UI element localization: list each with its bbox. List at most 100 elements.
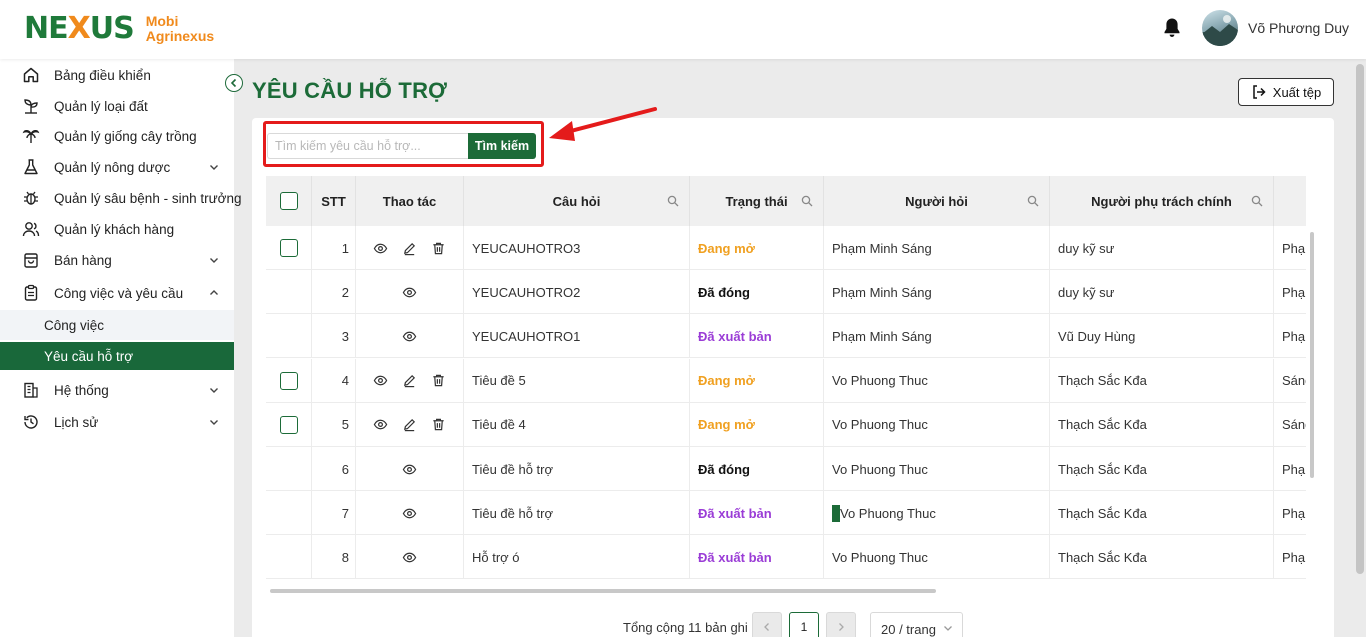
sidebar-collapse-button[interactable] bbox=[225, 74, 243, 92]
table-row[interactable]: 1 YEUCAUHOTRO3 Đang mở Phạm Minh Sáng duy kỹ… bbox=[266, 226, 1306, 270]
owner-cell: Vũ Duy Hùng bbox=[1050, 314, 1274, 359]
search-input[interactable] bbox=[267, 133, 468, 159]
status-badge: Đang mở bbox=[690, 226, 824, 270]
owner-cell: Thạch Sắc Kđa bbox=[1050, 402, 1274, 447]
search-icon[interactable] bbox=[801, 195, 813, 207]
eye-icon[interactable] bbox=[402, 329, 417, 344]
edit-icon[interactable] bbox=[402, 373, 417, 388]
stt-cell: 2 bbox=[312, 270, 356, 315]
eye-icon[interactable] bbox=[402, 506, 417, 521]
text-cursor bbox=[832, 504, 840, 522]
table-horizontal-scrollbar[interactable] bbox=[270, 589, 936, 593]
sidebar-item-work-requests[interactable]: Công việc và yêu cầu bbox=[0, 278, 234, 308]
eye-icon[interactable] bbox=[402, 550, 417, 565]
column-header-next[interactable]: N bbox=[1274, 176, 1306, 226]
username[interactable]: Võ Phương Duy bbox=[1248, 20, 1349, 36]
trash-icon[interactable] bbox=[431, 417, 446, 432]
owner-cell: Thạch Sắc Kđa bbox=[1050, 447, 1274, 491]
select-all-checkbox[interactable] bbox=[279, 192, 298, 210]
asker-cell: Phạm Minh Sáng bbox=[824, 270, 1050, 315]
eye-icon[interactable] bbox=[373, 373, 388, 388]
eye-icon[interactable] bbox=[373, 417, 388, 432]
status-badge: Đã xuất bản bbox=[690, 314, 824, 359]
page-scrollbar[interactable] bbox=[1356, 64, 1364, 574]
column-header-question[interactable]: Câu hỏi bbox=[464, 176, 690, 226]
status-badge: Đã xuất bản bbox=[690, 535, 824, 580]
eye-icon[interactable] bbox=[402, 285, 417, 300]
edit-icon[interactable] bbox=[402, 417, 417, 432]
table-row[interactable]: 7 Tiêu đề hỗ trợ Đã xuất bản Vo Phuong Thuc… bbox=[266, 491, 1306, 536]
pagination-prev-button[interactable] bbox=[752, 612, 782, 637]
select-cell bbox=[266, 447, 312, 491]
column-header-asker[interactable]: Người hỏi bbox=[824, 176, 1050, 226]
select-cell bbox=[266, 226, 312, 270]
sidebar-item-crops[interactable]: Quản lý giống cây trồng bbox=[0, 121, 234, 151]
sidebar-item-dashboard[interactable]: Bảng điều khiển bbox=[0, 60, 234, 90]
bell-icon[interactable] bbox=[1162, 17, 1182, 39]
search-icon[interactable] bbox=[1027, 195, 1039, 207]
stt-cell: 3 bbox=[312, 314, 356, 359]
building-icon bbox=[24, 382, 38, 398]
sidebar-subitem-support-requests[interactable]: Yêu cầu hỗ trợ bbox=[0, 342, 234, 370]
asker-cell: Phạm Minh Sáng bbox=[824, 226, 1050, 270]
stt-cell: 8 bbox=[312, 535, 356, 580]
sidebar-item-pests[interactable]: Quản lý sâu bệnh - sinh trưởng bbox=[0, 183, 242, 213]
asker-cell: Vo Phuong Thuc bbox=[824, 447, 1050, 491]
search-icon[interactable] bbox=[667, 195, 679, 207]
sidebar-item-sales[interactable]: Bán hàng bbox=[0, 245, 234, 275]
search-icon[interactable] bbox=[1251, 195, 1263, 207]
table-row[interactable]: 6 Tiêu đề hỗ trợ Đã đóng Vo Phuong Thuc Thạc… bbox=[266, 447, 1306, 491]
logo-text: Mobi Agrinexus bbox=[145, 13, 215, 44]
sidebar-item-pesticides[interactable]: Quản lý nông dược bbox=[0, 152, 234, 182]
table-header: STT Thao tác Câu hỏi Trạng thái Người hỏ… bbox=[266, 176, 1306, 226]
question-cell: Hỗ trợ ó bbox=[464, 535, 690, 580]
select-cell bbox=[266, 402, 312, 447]
sidebar-item-soil[interactable]: Quản lý loại đất bbox=[0, 91, 234, 121]
sidebar-item-customers[interactable]: Quản lý khách hàng bbox=[0, 214, 234, 244]
column-header-owner[interactable]: Người phụ trách chính bbox=[1050, 176, 1274, 226]
table-row[interactable]: 8 Hỗ trợ ó Đã xuất bản Vo Phuong Thuc Thạch … bbox=[266, 535, 1306, 580]
palm-tree-icon bbox=[22, 130, 40, 143]
column-header-status[interactable]: Trạng thái bbox=[690, 176, 824, 226]
status-badge: Đã đóng bbox=[690, 270, 824, 315]
status-badge: Đã xuất bản bbox=[690, 491, 824, 536]
row-checkbox[interactable] bbox=[279, 415, 298, 434]
page-size-select[interactable]: 20 / trang bbox=[870, 612, 963, 637]
table-row[interactable]: 2 YEUCAUHOTRO2 Đã đóng Phạm Minh Sáng duy kỹ… bbox=[266, 270, 1306, 315]
stt-cell: 6 bbox=[312, 447, 356, 491]
sidebar-item-history[interactable]: Lịch sử bbox=[0, 407, 234, 437]
table-row[interactable]: 3 YEUCAUHOTRO1 Đã xuất bản Phạm Minh Sáng Vũ… bbox=[266, 314, 1306, 359]
select-cell bbox=[266, 491, 312, 536]
row-checkbox[interactable] bbox=[279, 371, 298, 390]
export-button[interactable]: Xuất tệp bbox=[1238, 78, 1334, 106]
sidebar-subitem-work[interactable]: Công việc bbox=[0, 310, 234, 340]
status-badge: Đang mở bbox=[690, 402, 824, 447]
flask-icon bbox=[24, 159, 38, 175]
top-bar: NEXUS Mobi Agrinexus Võ Phương Duy bbox=[0, 0, 1366, 59]
eye-icon[interactable] bbox=[402, 462, 417, 477]
pagination-next-button[interactable] bbox=[826, 612, 856, 637]
question-cell: Tiêu đề hỗ trợ bbox=[464, 491, 690, 536]
select-cell bbox=[266, 358, 312, 403]
trash-icon[interactable] bbox=[431, 373, 446, 388]
chevron-right-icon bbox=[839, 623, 844, 631]
eye-icon[interactable] bbox=[373, 241, 388, 256]
table-vertical-scrollbar[interactable] bbox=[1310, 232, 1314, 478]
table-row[interactable]: 4 Tiêu đề 5 Đang mở Vo Phuong Thuc Thạch Sắc… bbox=[266, 358, 1306, 403]
row-checkbox[interactable] bbox=[279, 239, 298, 257]
sidebar-item-system[interactable]: Hệ thống bbox=[0, 375, 234, 405]
select-all-cell bbox=[266, 176, 312, 226]
stt-cell: 7 bbox=[312, 491, 356, 536]
support-requests-table: STT Thao tác Câu hỏi Trạng thái Người hỏ… bbox=[266, 176, 1306, 580]
logo[interactable]: NEXUS Mobi Agrinexus bbox=[24, 10, 214, 48]
trash-icon[interactable] bbox=[431, 241, 446, 256]
avatar[interactable] bbox=[1202, 10, 1238, 46]
edit-icon[interactable] bbox=[402, 241, 417, 256]
column-header-stt[interactable]: STT bbox=[312, 176, 356, 226]
search-button[interactable]: Tìm kiếm bbox=[468, 133, 536, 159]
owner-cell: duy kỹ sư bbox=[1050, 226, 1274, 270]
table-row[interactable]: 5 Tiêu đề 4 Đang mở Vo Phuong Thuc Thạch Sắc… bbox=[266, 402, 1306, 447]
next-column-cell: Phạm bbox=[1274, 314, 1306, 358]
pagination-page-button[interactable]: 1 bbox=[789, 612, 819, 637]
next-column-cell: Phạm bbox=[1274, 535, 1306, 579]
